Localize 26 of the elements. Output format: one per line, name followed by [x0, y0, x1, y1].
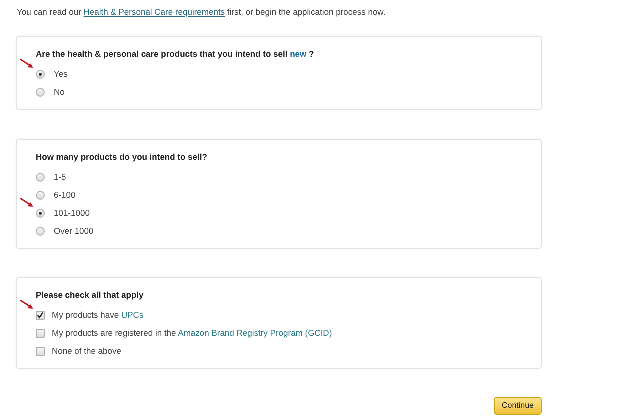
option-label: Over 1000	[54, 224, 94, 238]
option-label: 6-100	[54, 188, 76, 202]
radio-button[interactable]	[36, 208, 45, 218]
option-label: My products are registered in the Amazon Brand Registry Program (GCID)	[52, 326, 332, 340]
option-label: Yes	[54, 68, 68, 80]
option-label: No	[54, 86, 65, 98]
option-label: None of the above	[52, 344, 122, 358]
option-label: 1-5	[54, 170, 66, 184]
question-text: Please check all that apply	[36, 289, 145, 301]
option-label: My products have UPCs	[52, 308, 144, 322]
checkbox[interactable]	[36, 346, 45, 356]
radio-button[interactable]	[36, 190, 45, 200]
question-text: How many products do you intend to sell?	[36, 151, 208, 163]
radio-button[interactable]	[36, 226, 45, 236]
radio-button[interactable]	[36, 88, 45, 96]
option-label: 101-1000	[54, 206, 90, 220]
link[interactable]: UPCs	[121, 310, 144, 320]
question-text: Are the health & personal care products that you intend to sell new ?	[36, 48, 316, 60]
radio-button[interactable]	[36, 172, 45, 182]
link[interactable]: Amazon Brand Registry Program (GCID)	[178, 328, 332, 338]
radio-button[interactable]	[36, 70, 45, 78]
intro-text: You can read our Health & Personal Care requirements first, or begin the application process now.	[16, 6, 387, 18]
checkbox[interactable]	[36, 310, 45, 320]
continue-button[interactable]: Continue	[494, 397, 542, 415]
checkbox[interactable]	[36, 328, 45, 338]
link[interactable]: Health & Personal Care requirements	[84, 7, 226, 17]
